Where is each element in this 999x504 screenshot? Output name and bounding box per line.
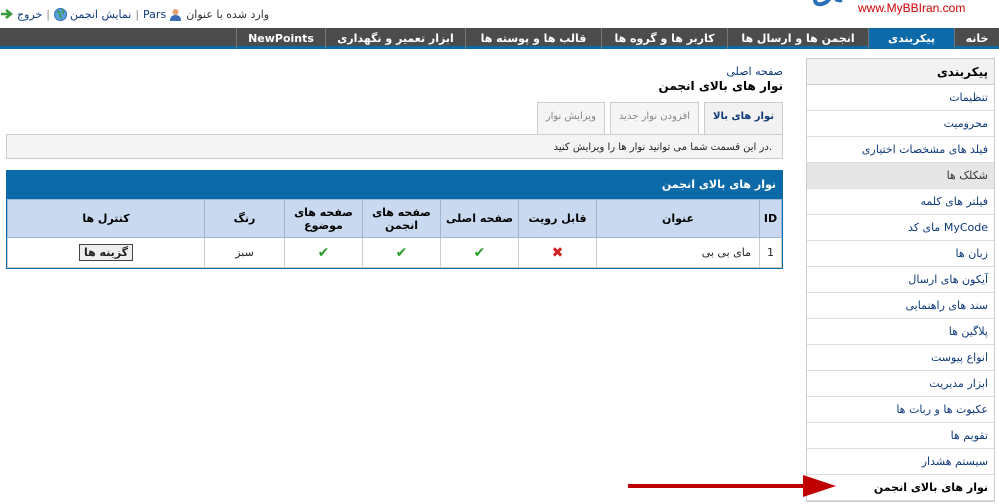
cell-controls: گزینه ها — [7, 237, 205, 268]
cell-visible: ✖ — [518, 237, 597, 268]
cell-title: مای بی بی — [596, 237, 760, 268]
menu-item-users-groups[interactable]: کاربر ها و گروه ها — [601, 28, 727, 49]
logo-mark — [812, 0, 843, 7]
sidebar-item-mycode[interactable]: مای کد MyCode — [807, 215, 994, 241]
sidebar-item-mod-tools[interactable]: ابزار مدیریت — [807, 371, 994, 397]
check-icon: ✔ — [317, 244, 330, 261]
cell-color: سبز — [204, 237, 285, 268]
sidebar-item-attachment-types[interactable]: انواع پیوست — [807, 345, 994, 371]
topbars-table-container: نوار های بالای انجمن ID عنوان قابل رویت … — [6, 170, 783, 269]
separator: | — [46, 7, 51, 21]
tab-add-topbar[interactable]: افزودن نوار جدید — [609, 102, 700, 134]
column-header: کنترل ها — [7, 199, 205, 238]
menu-item-home[interactable]: خانه — [954, 28, 999, 49]
column-header: صفحه اصلی — [440, 199, 519, 238]
sidebar-item-warning-system[interactable]: سیستم هشدار — [807, 449, 994, 475]
table-row: 1 مای بی بی ✖ ✔ ✔ ✔ سبز گزینه ها — [7, 237, 782, 268]
cross-icon: ✖ — [551, 244, 564, 261]
table-header-row: ID عنوان قابل رویت صفحه اصلی صفحه های ان… — [7, 199, 782, 238]
page-title: نوار های بالای انجمن — [658, 79, 783, 93]
separator: | — [135, 7, 140, 21]
sidebar-item-banning[interactable]: محرومیت — [807, 111, 994, 137]
tab-topbars[interactable]: نوار های بالا — [704, 102, 783, 134]
username-link[interactable]: Pars — [143, 8, 182, 21]
logged-in-label: وارد شده با عنوان — [186, 7, 270, 21]
sidebar-item-post-icons[interactable]: آیکون های ارسال — [807, 267, 994, 293]
menu-item-tools-maintenance[interactable]: ابزار تعمیر و نگهداری — [325, 28, 465, 49]
view-forum-label: نمایش انجمن — [70, 7, 132, 21]
username: Pars — [143, 7, 167, 21]
site-logo-text[interactable]: www.MyBBIran.com — [858, 1, 965, 15]
tab-bar: نوار های بالا افزودن نوار جدید ویرایش نو… — [536, 102, 783, 134]
sidebar-item-profile-fields[interactable]: فیلد های مشخصات اختیاری — [807, 137, 994, 163]
tab-description: در این قسمت شما می توانید نوار ها را ویر… — [6, 134, 783, 159]
cell-index: ✔ — [440, 237, 519, 268]
check-icon: ✔ — [473, 244, 486, 261]
annotation-arrow-icon — [628, 475, 836, 497]
sidebar-item-plugins[interactable]: پلاگین ها — [807, 319, 994, 345]
logout-label: خروج — [17, 7, 43, 21]
breadcrumb[interactable]: صفحه اصلی — [726, 65, 783, 78]
sidebar-item-help-docs[interactable]: سند های راهنمایی — [807, 293, 994, 319]
user-icon — [170, 8, 182, 21]
menu-item-configuration[interactable]: پیکربندی — [868, 28, 954, 49]
column-header: قابل رویت — [518, 199, 597, 238]
view-forum-link[interactable]: نمایش انجمن — [54, 7, 132, 21]
sidebar-item-languages[interactable]: زبان ها — [807, 241, 994, 267]
sidebar-item-smilies[interactable]: شکلک ها — [807, 163, 994, 189]
cell-forum: ✔ — [362, 237, 441, 268]
logout-link[interactable]: خروج — [0, 8, 42, 21]
user-bar: خروج | نمایش انجمن | Pars وارد شده با عن… — [0, 6, 269, 22]
column-header: عنوان — [596, 199, 760, 238]
table-heading: نوار های بالای انجمن — [7, 171, 782, 199]
options-button[interactable]: گزینه ها — [78, 244, 134, 261]
sidebar-item-word-filters[interactable]: فیلتر های کلمه — [807, 189, 994, 215]
check-icon: ✔ — [395, 244, 408, 261]
main-menu: خانه پیکربندی انجمن ها و ارسال ها کاربر … — [0, 28, 999, 49]
cell-id: 1 — [759, 237, 782, 268]
sidebar-item-spiders-bots[interactable]: عکبوت ها و ربات ها — [807, 397, 994, 423]
column-header: رنگ — [204, 199, 285, 238]
column-header: صفحه های موضوع — [284, 199, 363, 238]
menu-item-templates-themes[interactable]: قالب ها و پوسته ها — [465, 28, 601, 49]
sidebar-title: پیکربندی — [807, 59, 994, 85]
column-header: صفحه های انجمن — [362, 199, 441, 238]
header: www.MyBBIran.com خروج | نمایش انجمن | Pa… — [0, 0, 999, 28]
column-header: ID — [759, 199, 782, 238]
menu-item-newpoints[interactable]: NewPoints — [236, 28, 325, 49]
sidebar: پیکربندی تنظیمات محرومیت فیلد های مشخصات… — [806, 58, 995, 502]
topbars-table: ID عنوان قابل رویت صفحه اصلی صفحه های ان… — [7, 199, 782, 268]
tab-edit-topbar[interactable]: ویرایش نوار — [536, 102, 605, 134]
sidebar-item-calendars[interactable]: تقویم ها — [807, 423, 994, 449]
sidebar-item-settings[interactable]: تنظیمات — [807, 85, 994, 111]
arrow-right-icon — [1, 9, 14, 19]
menu-item-forums-posts[interactable]: انجمن ها و ارسال ها — [727, 28, 868, 49]
cell-thread: ✔ — [284, 237, 363, 268]
globe-icon — [54, 7, 68, 21]
